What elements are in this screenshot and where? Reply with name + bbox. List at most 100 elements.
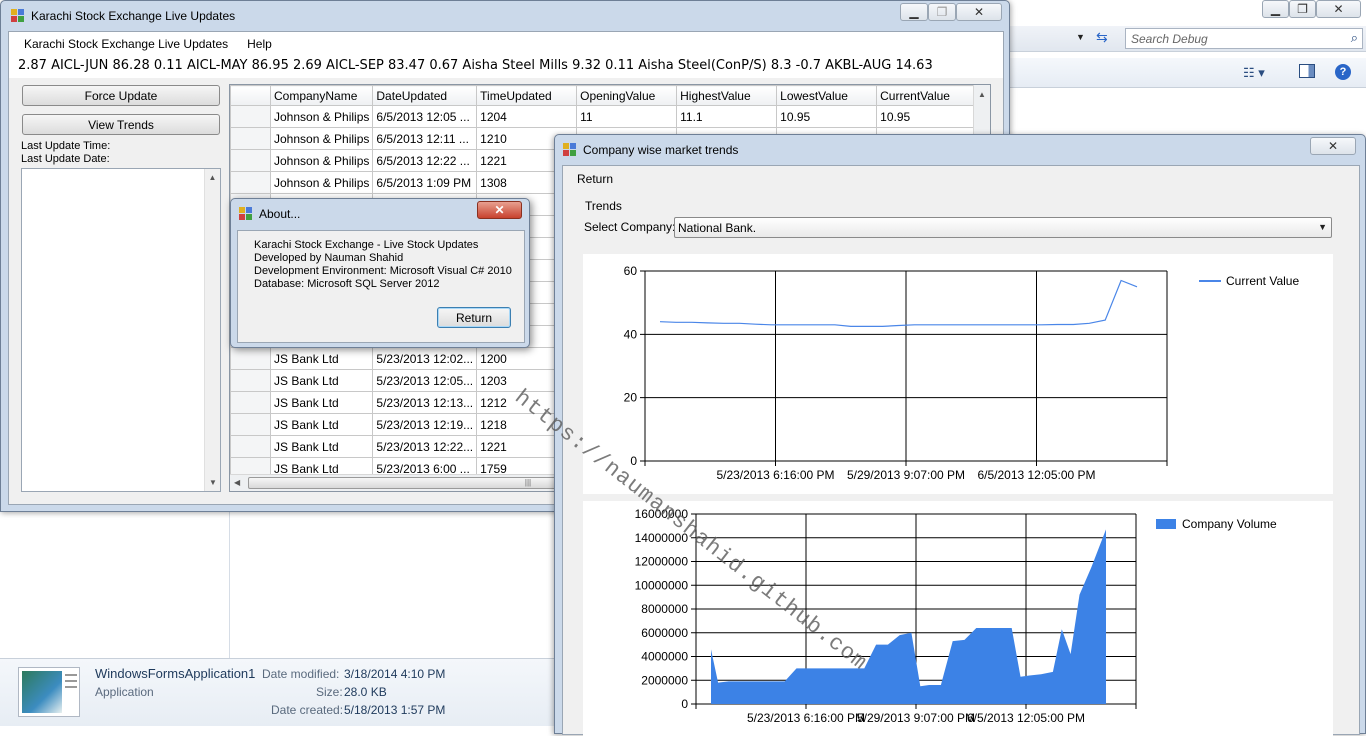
col-header-dateupdated[interactable]: DateUpdated <box>372 85 478 106</box>
address-dropdown-icon[interactable]: ▼ <box>1076 32 1085 42</box>
explorer-minimize-button[interactable]: ▁ <box>1262 0 1289 18</box>
trends-app-icon <box>563 143 577 157</box>
col-header-highestvalue[interactable]: HighestValue <box>676 85 778 106</box>
table-cell[interactable]: 5/23/2013 12:19... <box>372 413 478 436</box>
explorer-details-pane: WindowsFormsApplication1 Application Dat… <box>0 658 560 726</box>
scroll-down-icon[interactable]: ▼ <box>205 478 221 487</box>
y-tick-label: 2000000 <box>641 673 688 687</box>
application-file-icon <box>18 667 80 717</box>
row-header[interactable] <box>230 105 271 128</box>
menu-item-help[interactable]: Help <box>247 37 272 51</box>
table-cell[interactable]: 5/23/2013 12:22... <box>372 435 478 458</box>
trends-group-label: Trends <box>584 199 623 213</box>
size-value: 28.0 KB <box>344 685 387 699</box>
file-type: Application <box>95 685 154 699</box>
legend-swatch <box>1156 519 1176 529</box>
trends-menu-return[interactable]: Return <box>577 172 613 186</box>
view-options-icon[interactable]: ☷ ▾ <box>1243 65 1265 81</box>
size-label: Size: <box>316 685 343 699</box>
table-cell[interactable]: Johnson & Philips <box>269 127 374 150</box>
about-return-button[interactable]: Return <box>437 307 511 328</box>
trends-menu-bar: Return <box>563 166 1359 192</box>
about-app-icon <box>239 207 253 221</box>
table-cell[interactable]: Johnson & Philips <box>269 171 374 194</box>
about-line-3: Development Environment: Microsoft Visua… <box>254 265 512 277</box>
table-cell[interactable]: 11 <box>576 105 678 128</box>
force-update-button[interactable]: Force Update <box>22 85 220 106</box>
table-cell[interactable]: JS Bank Ltd <box>269 391 374 414</box>
row-header[interactable] <box>230 347 271 370</box>
col-header-lowestvalue[interactable]: LowestValue <box>776 85 878 106</box>
y-tick-label: 12000000 <box>635 555 689 569</box>
explorer-nav-divider <box>229 510 230 658</box>
y-tick-label: 10000000 <box>635 578 689 592</box>
company-select[interactable]: National Bank. ▼ <box>674 217 1332 238</box>
row-header[interactable] <box>230 391 271 414</box>
date-modified-label: Date modified: <box>262 667 340 681</box>
log-listbox[interactable]: ▲ ▼ <box>21 168 221 492</box>
main-window-title: Karachi Stock Exchange Live Updates <box>31 9 236 23</box>
row-header[interactable] <box>230 149 271 172</box>
trends-client: Return Trends Select Company: National B… <box>562 165 1360 736</box>
main-minimize-button[interactable]: ▁ <box>900 3 928 21</box>
row-header[interactable] <box>230 171 271 194</box>
main-maximize-button[interactable]: ❐ <box>928 3 956 21</box>
about-title-bar: About... <box>239 207 300 221</box>
file-name: WindowsFormsApplication1 <box>95 666 256 681</box>
table-cell[interactable]: 5/23/2013 12:02... <box>372 347 478 370</box>
legend-label: Current Value <box>1226 274 1299 288</box>
col-header-currentvalue[interactable]: CurrentValue <box>876 85 978 106</box>
trends-title: Company wise market trends <box>583 143 739 157</box>
about-close-button[interactable]: ✕ <box>477 201 522 219</box>
main-title-bar: Karachi Stock Exchange Live Updates <box>1 1 1009 31</box>
table-cell[interactable]: 5/23/2013 12:13... <box>372 391 478 414</box>
table-cell[interactable]: 10.95 <box>876 105 978 128</box>
table-cell[interactable]: JS Bank Ltd <box>269 369 374 392</box>
table-cell[interactable]: 6/5/2013 12:22 ... <box>372 149 478 172</box>
volume-chart: 0 2000000 4000000 6000000 8000000 10000000 120… <box>583 501 1333 736</box>
col-header-companyname[interactable]: CompanyName <box>269 85 374 106</box>
table-row[interactable]: Johnson & Philips 6/5/2013 12:05 ... 1204 1… <box>230 105 978 128</box>
table-cell[interactable]: JS Bank Ltd <box>269 413 374 436</box>
about-line-2: Developed by Nauman Shahid <box>254 252 404 264</box>
table-cell[interactable]: 6/5/2013 12:11 ... <box>372 127 478 150</box>
table-cell[interactable]: 10.95 <box>776 105 878 128</box>
listbox-scrollbar[interactable]: ▲ ▼ <box>204 169 220 491</box>
explorer-maximize-button[interactable]: ❐ <box>1289 0 1316 18</box>
table-cell[interactable]: Johnson & Philips <box>269 105 374 128</box>
x-tick-label: 6/5/2013 12:05:00 PM <box>977 468 1095 482</box>
chevron-down-icon: ▼ <box>1318 222 1327 232</box>
main-close-button[interactable]: ✕ <box>956 3 1002 21</box>
table-cell[interactable]: JS Bank Ltd <box>269 435 374 458</box>
ticker-text: 2.87 AICL-JUN 86.28 0.11 AICL-MAY 86.95 … <box>18 58 933 73</box>
refresh-icon[interactable]: ⇆ <box>1096 29 1108 46</box>
help-icon[interactable]: ? <box>1335 64 1351 80</box>
explorer-search-box[interactable]: Search Debug ⌕ <box>1125 28 1363 49</box>
main-menu-bar: Karachi Stock Exchange Live Updates Help <box>9 32 1003 56</box>
explorer-search-placeholder: Search Debug <box>1131 31 1208 46</box>
trends-close-button[interactable]: ✕ <box>1310 137 1356 155</box>
row-header[interactable] <box>230 435 271 458</box>
row-header[interactable] <box>230 127 271 150</box>
table-cell[interactable]: 5/23/2013 12:05... <box>372 369 478 392</box>
about-line-4: Database: Microsoft SQL Server 2012 <box>254 278 440 290</box>
table-cell[interactable]: 11.1 <box>676 105 778 128</box>
table-cell[interactable]: 1204 <box>476 105 578 128</box>
row-header[interactable] <box>230 413 271 436</box>
grid-scroll-left-icon[interactable]: ◀ <box>234 478 240 487</box>
col-header-timeupdated[interactable]: TimeUpdated <box>476 85 578 106</box>
table-cell[interactable]: 6/5/2013 12:05 ... <box>372 105 478 128</box>
view-trends-button[interactable]: View Trends <box>22 114 220 135</box>
x-tick-label: 5/29/2013 9:07:00 PM <box>857 711 975 725</box>
col-header-openingvalue[interactable]: OpeningValue <box>576 85 678 106</box>
preview-pane-icon[interactable] <box>1299 64 1315 78</box>
table-cell[interactable]: JS Bank Ltd <box>269 347 374 370</box>
grid-scroll-up-icon[interactable]: ▲ <box>974 90 990 99</box>
table-cell[interactable]: Johnson & Philips <box>269 149 374 172</box>
row-header[interactable] <box>230 369 271 392</box>
company-select-value: National Bank. <box>678 221 757 235</box>
menu-item-ksx[interactable]: Karachi Stock Exchange Live Updates <box>24 37 228 51</box>
table-cell[interactable]: 6/5/2013 1:09 PM <box>372 171 478 194</box>
explorer-close-button[interactable]: ✕ <box>1316 0 1361 18</box>
scroll-up-icon[interactable]: ▲ <box>205 173 220 182</box>
